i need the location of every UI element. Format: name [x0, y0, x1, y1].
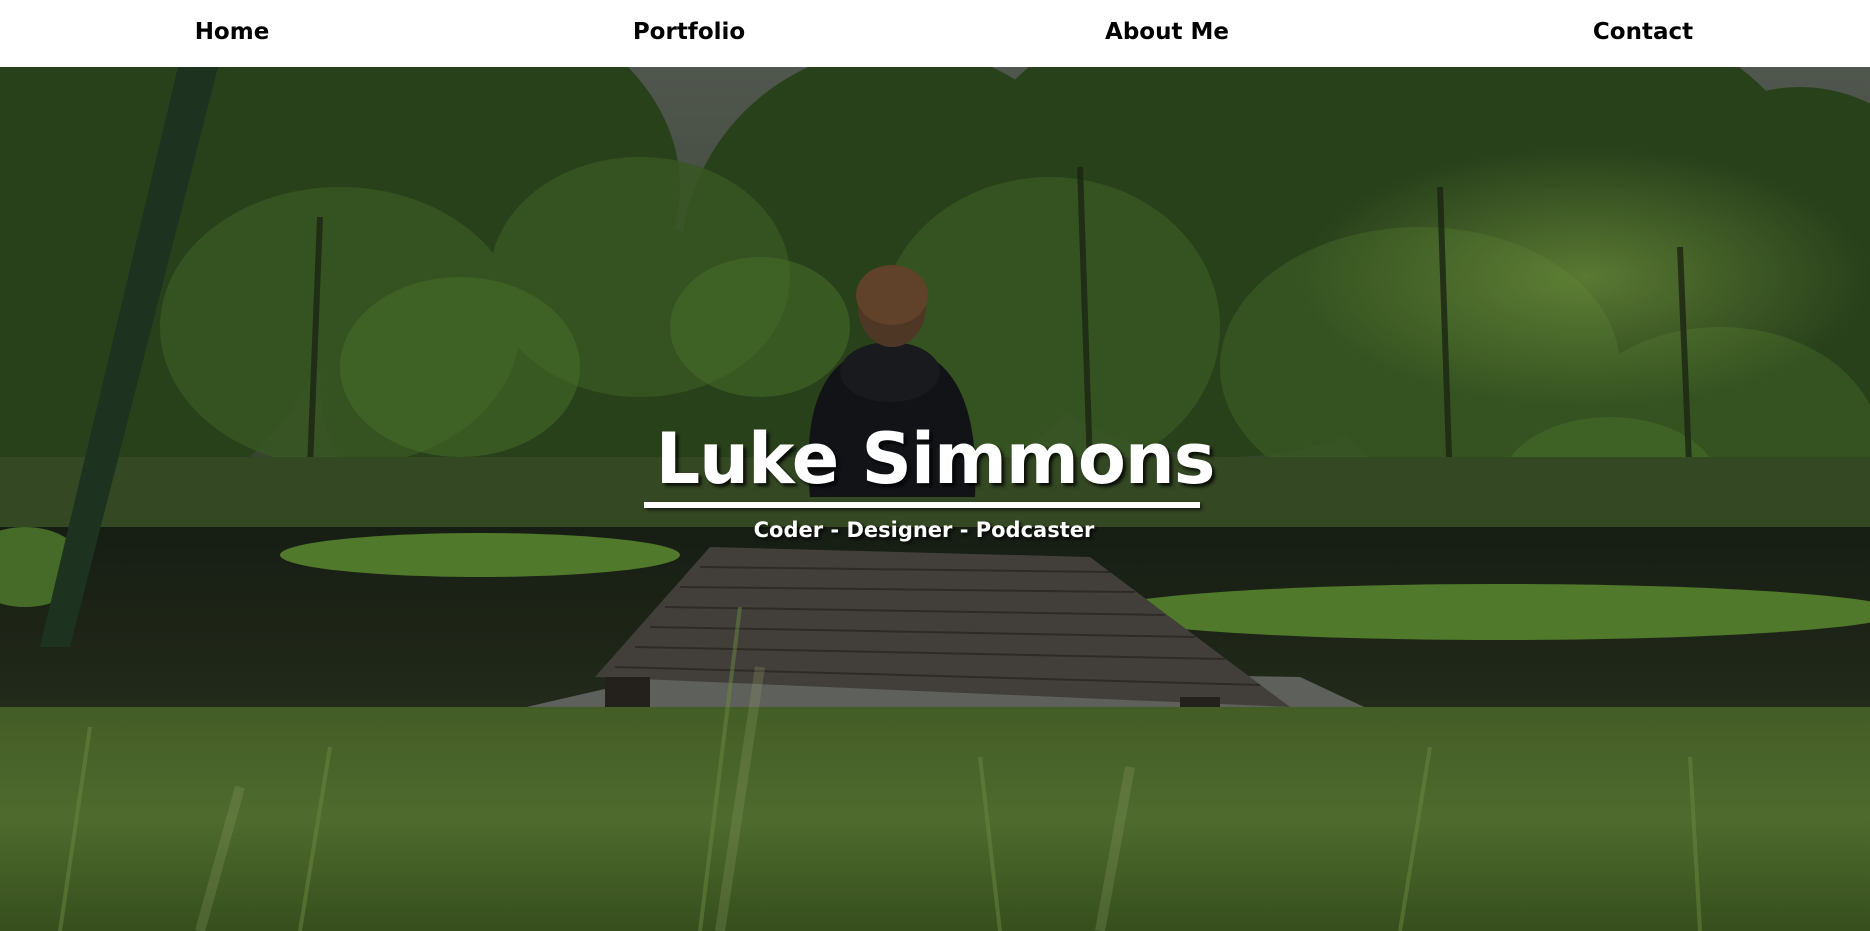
nav-contact-link[interactable]: Contact: [1593, 0, 1693, 67]
nav-home-link[interactable]: Home: [195, 0, 270, 67]
hero-title: Luke Simmons: [655, 418, 1216, 500]
hero-subtitle: Coder - Designer - Podcaster: [753, 518, 1095, 542]
nav-portfolio-link[interactable]: Portfolio: [633, 0, 745, 67]
hero-section: Luke Simmons Coder - Designer - Podcaste…: [0, 67, 1870, 931]
nav-about-me-link[interactable]: About Me: [1105, 0, 1229, 67]
hero-title-underline: [644, 502, 1200, 508]
top-navbar: Home Portfolio About Me Contact: [0, 0, 1870, 67]
